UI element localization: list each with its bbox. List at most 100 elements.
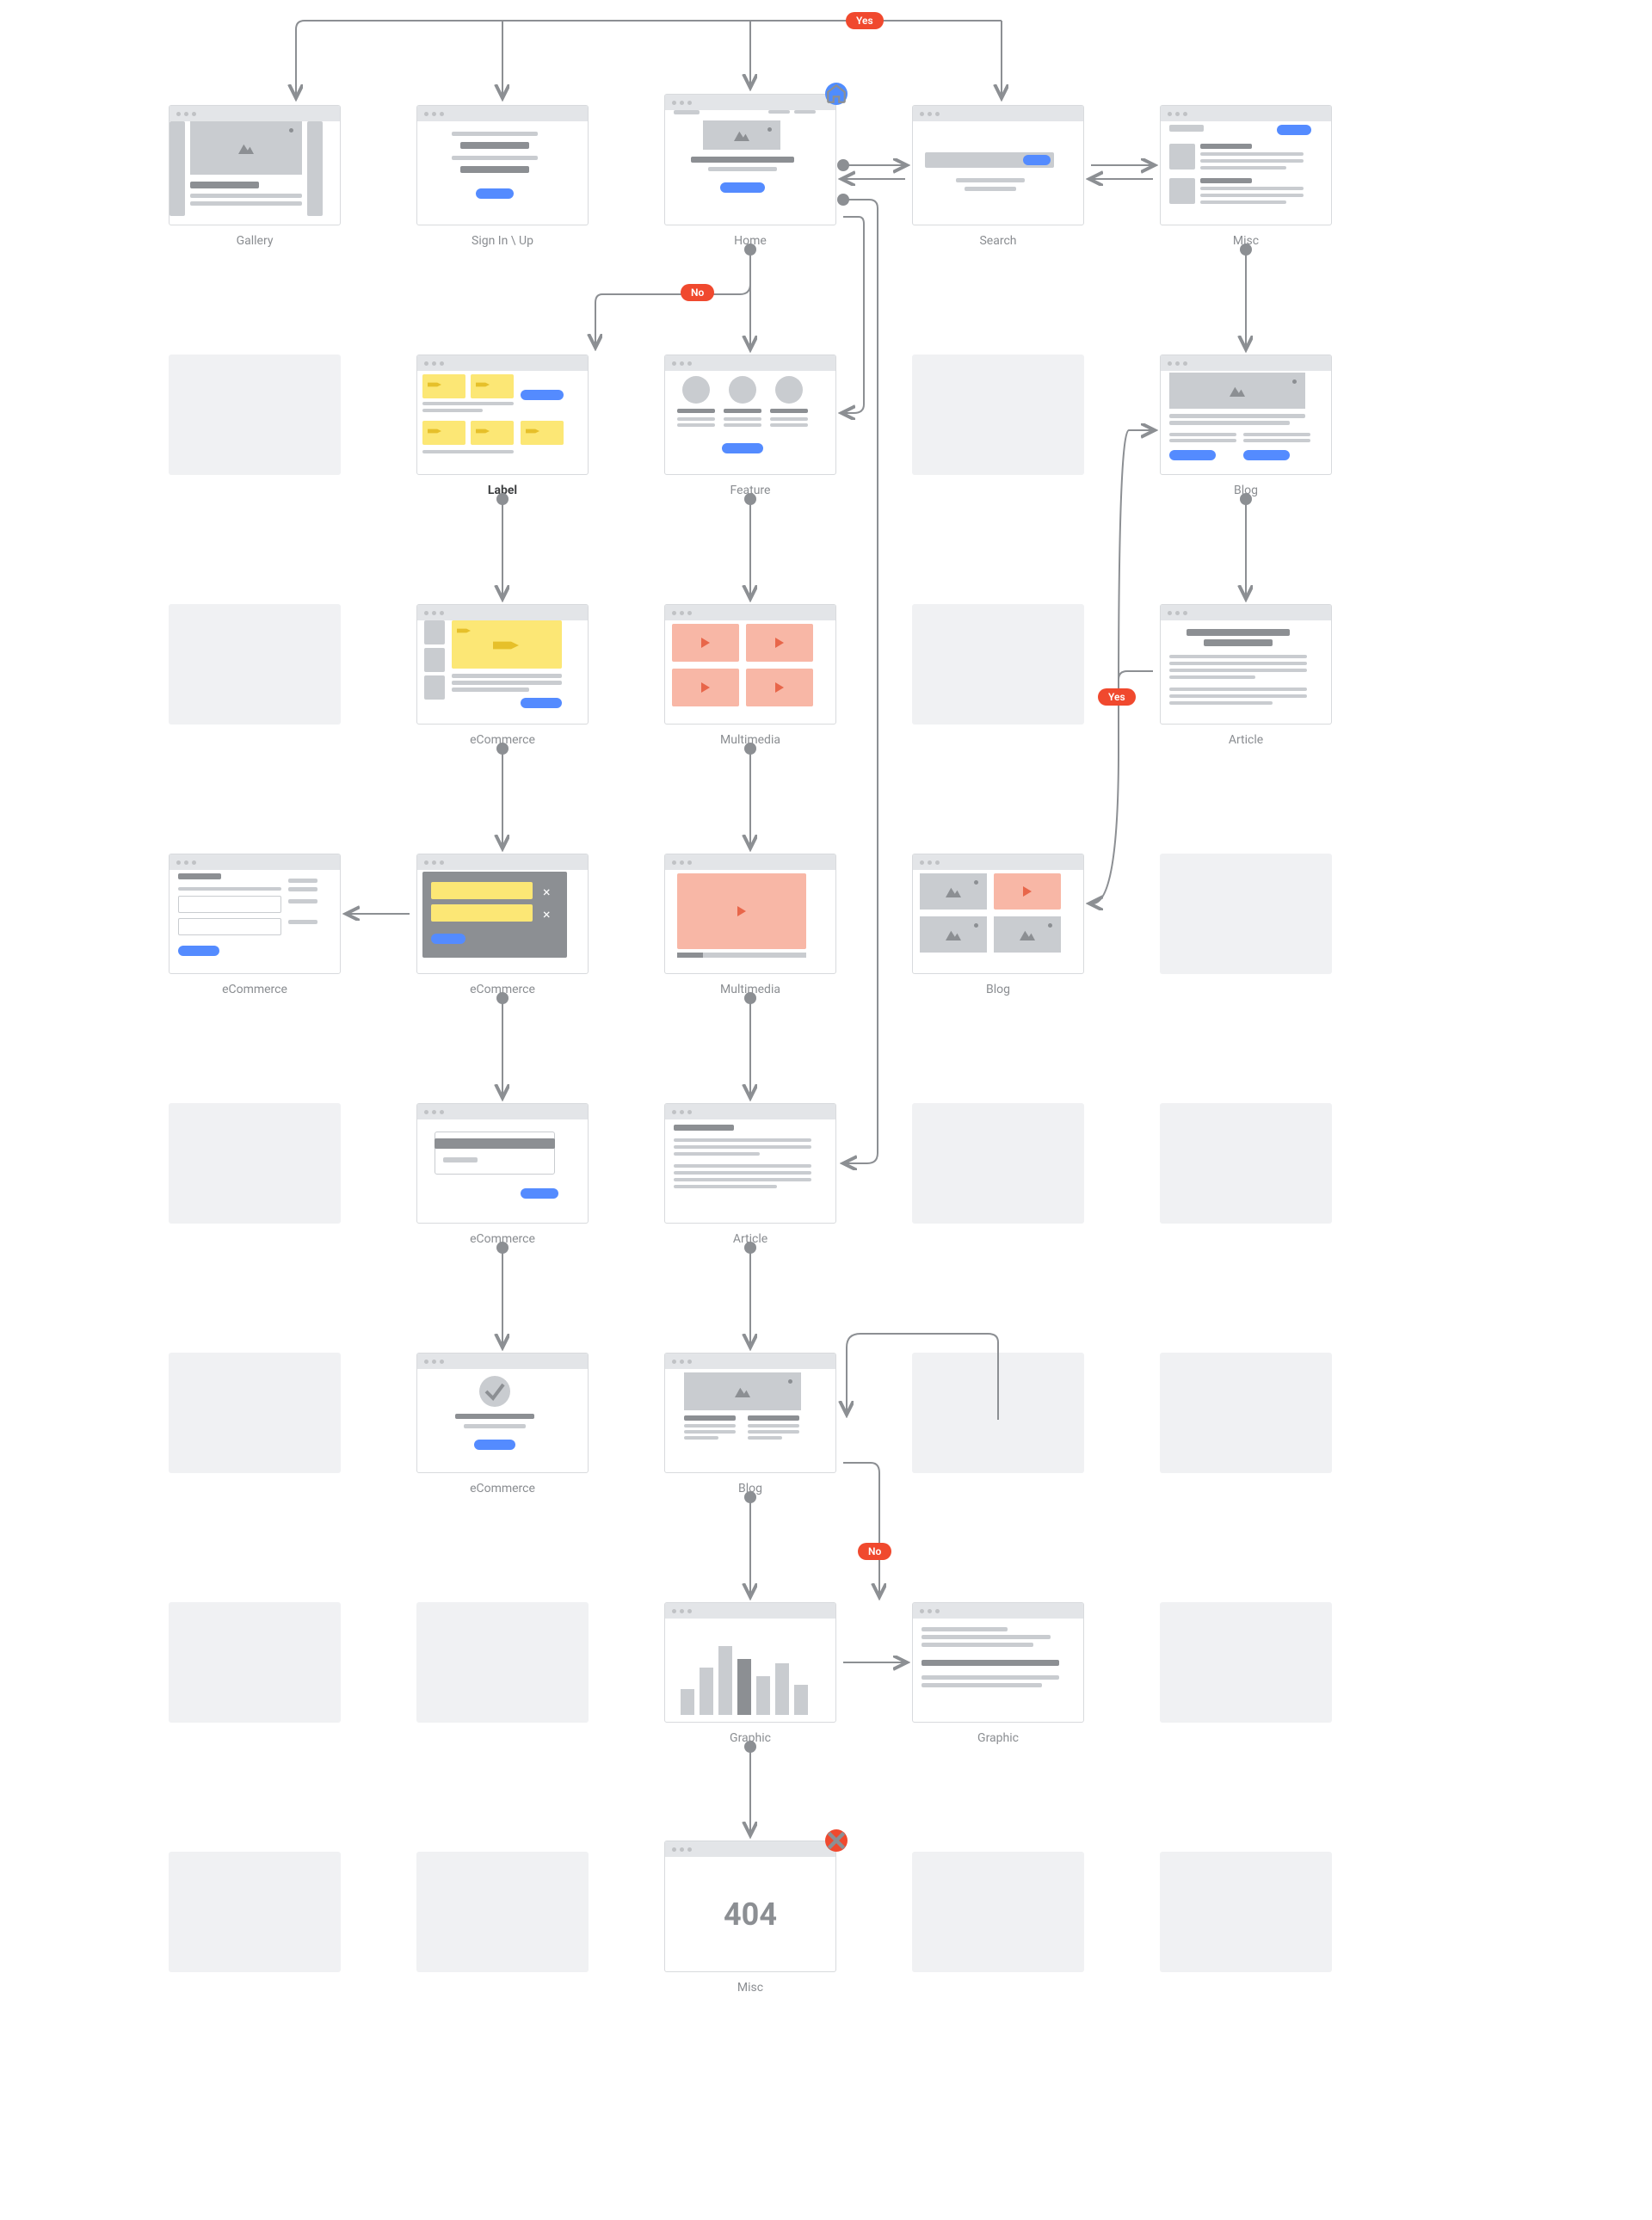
pill-no: No — [681, 284, 714, 301]
node-b4_5 — [1160, 1103, 1332, 1224]
titlebar — [1161, 355, 1331, 371]
bar — [708, 167, 777, 171]
chart-bar — [775, 1663, 789, 1715]
node-b4_4 — [912, 1103, 1084, 1224]
node-blog1 — [1160, 355, 1332, 475]
bar — [1169, 433, 1236, 436]
node-article1 — [1160, 604, 1332, 725]
node-b6_1 — [169, 1602, 341, 1723]
play — [746, 624, 813, 662]
remove-icon[interactable]: × — [543, 884, 551, 900]
remove-icon[interactable]: × — [543, 906, 551, 922]
darkbar — [677, 409, 715, 413]
success-icon — [479, 1376, 510, 1407]
bar — [1169, 421, 1290, 425]
node-multimedia2 — [664, 854, 836, 974]
titlebar — [170, 854, 340, 870]
feature-circle — [775, 376, 803, 404]
submit-button — [178, 946, 219, 956]
bar — [724, 417, 761, 421]
node-feature — [664, 355, 836, 475]
node-b3_5 — [1160, 854, 1332, 974]
darkbar — [1187, 629, 1290, 636]
bar — [1169, 675, 1255, 679]
bar — [674, 1138, 811, 1142]
titlebar — [913, 854, 1083, 870]
bar — [452, 674, 562, 678]
body — [665, 110, 835, 225]
titlebar — [417, 605, 588, 620]
label-multimedia2: Multimedia — [664, 983, 836, 996]
close-badge-icon — [825, 1829, 848, 1852]
node-b7_1 — [169, 1852, 341, 1972]
play — [672, 624, 739, 662]
bar — [748, 1436, 782, 1440]
bar — [724, 423, 761, 427]
titlebar — [665, 605, 835, 620]
node-b5_5 — [1160, 1353, 1332, 1473]
darkbar — [1200, 178, 1252, 183]
bar — [674, 1145, 811, 1149]
body — [1161, 121, 1331, 225]
bar — [1200, 200, 1286, 204]
darkbar — [674, 1125, 734, 1131]
label-graphic1: Graphic — [664, 1731, 836, 1745]
node-label — [416, 355, 589, 475]
titlebar — [665, 1841, 835, 1857]
label-label: Label — [416, 484, 589, 497]
body — [417, 371, 588, 474]
bar — [1169, 688, 1307, 691]
hero-image — [703, 120, 780, 150]
label-ecom1: eCommerce — [416, 733, 589, 747]
darkbar — [455, 1414, 534, 1419]
bar — [922, 1627, 1008, 1631]
bar — [677, 417, 715, 421]
image-placeholder — [190, 121, 302, 175]
body — [417, 620, 588, 724]
play — [672, 669, 739, 706]
bar — [677, 423, 715, 427]
tag — [471, 374, 514, 398]
darkbar — [770, 409, 808, 413]
bar — [1200, 194, 1304, 197]
titlebar — [1161, 605, 1331, 620]
titlebar — [665, 1603, 835, 1619]
bar — [922, 1643, 1033, 1647]
body — [417, 1119, 588, 1223]
bar — [748, 1424, 799, 1428]
titlebar — [665, 1354, 835, 1369]
body — [665, 371, 835, 474]
error-code: 404 — [724, 1896, 777, 1933]
bar — [1200, 159, 1304, 163]
darkbar — [748, 1415, 799, 1421]
node-b1_4 — [912, 355, 1084, 475]
chart-bar — [700, 1668, 713, 1715]
chart-bar — [794, 1685, 808, 1715]
titlebar — [913, 106, 1083, 121]
label-graphic2: Graphic — [912, 1731, 1084, 1745]
node-b6_5 — [1160, 1602, 1332, 1723]
node-signin — [416, 105, 589, 225]
bar — [922, 1675, 1059, 1680]
bar — [424, 648, 445, 672]
bar — [1169, 178, 1195, 204]
label-signin: Sign In \ Up — [416, 234, 589, 248]
tag — [471, 421, 514, 445]
bar — [674, 1171, 811, 1175]
bar — [1200, 187, 1304, 190]
node-home — [664, 94, 836, 225]
play — [746, 669, 813, 706]
read-button — [1169, 450, 1216, 460]
darkbar — [460, 166, 529, 173]
titlebar — [665, 355, 835, 371]
input-field — [178, 918, 281, 935]
blog-hero — [684, 1372, 801, 1410]
node-ecomL — [169, 854, 341, 974]
bar — [452, 688, 529, 692]
pill-no-low: No — [858, 1543, 891, 1560]
label-ecom2: eCommerce — [416, 983, 589, 996]
done-button — [474, 1440, 515, 1450]
titlebar — [417, 1104, 588, 1119]
input-field — [178, 896, 281, 913]
bar — [674, 1178, 811, 1181]
